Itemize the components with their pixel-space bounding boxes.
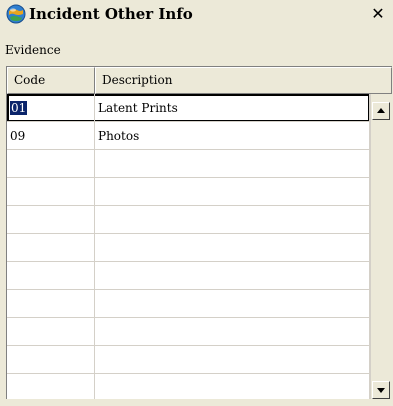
- grid-rows: 01 Latent Prints 09 Photos: [7, 94, 370, 399]
- close-icon[interactable]: ✕: [368, 4, 388, 24]
- code-cell[interactable]: [7, 346, 95, 374]
- code-cell[interactable]: [7, 178, 95, 206]
- globe-icon: [6, 4, 26, 24]
- description-cell[interactable]: [95, 234, 370, 262]
- table-row[interactable]: 01 Latent Prints: [7, 94, 370, 122]
- table-row[interactable]: [7, 374, 370, 399]
- table-row[interactable]: [7, 262, 370, 290]
- table-row[interactable]: [7, 150, 370, 178]
- window-title: Incident Other Info: [29, 5, 193, 23]
- incident-other-info-window: Incident Other Info ✕ Evidence Code Desc…: [0, 0, 393, 406]
- scrollbar-track[interactable]: [372, 121, 390, 381]
- description-cell[interactable]: [95, 318, 370, 346]
- arrow-down-icon[interactable]: [372, 381, 390, 399]
- code-cell[interactable]: [7, 262, 95, 290]
- selected-code-text: 01: [10, 101, 28, 115]
- table-row[interactable]: [7, 318, 370, 346]
- code-cell[interactable]: [7, 318, 95, 346]
- table-row[interactable]: 09 Photos: [7, 122, 370, 150]
- arrow-up-icon[interactable]: [372, 102, 390, 120]
- description-cell[interactable]: [95, 262, 370, 290]
- description-cell[interactable]: [95, 290, 370, 318]
- code-cell[interactable]: [7, 206, 95, 234]
- grid-header: Code Description: [7, 67, 392, 94]
- table-row[interactable]: [7, 234, 370, 262]
- column-header-code[interactable]: Code: [7, 67, 95, 94]
- code-cell[interactable]: [7, 150, 95, 178]
- description-cell[interactable]: [95, 178, 370, 206]
- evidence-grid: Code Description 01 Latent Prints 09 Photos: [6, 66, 392, 399]
- table-row[interactable]: [7, 290, 370, 318]
- evidence-label: Evidence: [5, 43, 61, 57]
- description-cell[interactable]: [95, 374, 370, 399]
- table-row[interactable]: [7, 206, 370, 234]
- table-row[interactable]: [7, 178, 370, 206]
- title-bar: Incident Other Info ✕: [0, 0, 393, 28]
- code-cell[interactable]: [7, 290, 95, 318]
- description-cell[interactable]: Photos: [95, 122, 370, 150]
- code-cell[interactable]: 09: [7, 122, 95, 150]
- description-cell[interactable]: [95, 150, 370, 178]
- column-header-description[interactable]: Description: [95, 67, 392, 94]
- description-cell[interactable]: [95, 346, 370, 374]
- code-cell[interactable]: [7, 234, 95, 262]
- code-cell[interactable]: [7, 374, 95, 399]
- vertical-scrollbar[interactable]: [370, 94, 392, 399]
- description-cell[interactable]: Latent Prints: [95, 94, 370, 122]
- description-cell[interactable]: [95, 206, 370, 234]
- table-row[interactable]: [7, 346, 370, 374]
- code-cell[interactable]: 01: [7, 94, 95, 122]
